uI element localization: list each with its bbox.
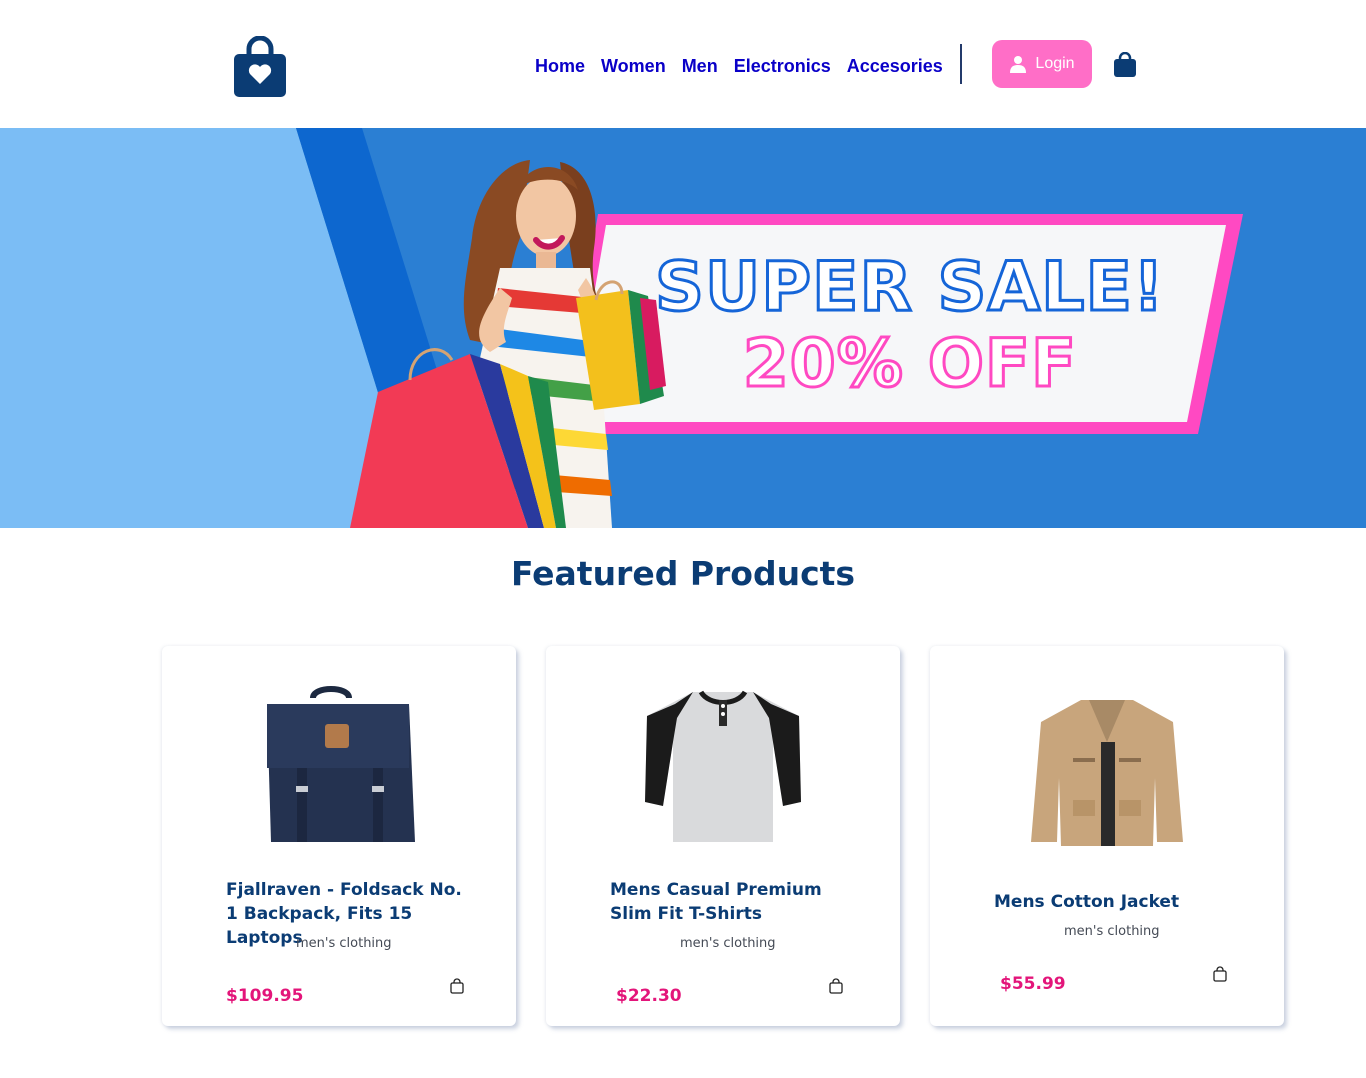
product-title[interactable]: Mens Casual Premium Slim Fit T-Shirts bbox=[610, 878, 860, 926]
hero-banner[interactable]: SUPER SALE! 20% OFF bbox=[0, 128, 1366, 528]
sale-headline: SUPER SALE! bbox=[654, 247, 1166, 329]
nav-accessories[interactable]: Accesories bbox=[847, 54, 943, 78]
product-image-backpack bbox=[267, 686, 415, 842]
sale-discount: 20% OFF bbox=[741, 324, 1078, 403]
product-image-jacket bbox=[1031, 700, 1183, 846]
product-category: men's clothing bbox=[1064, 924, 1160, 939]
product-price: $55.99 bbox=[1000, 974, 1066, 994]
product-card[interactable]: Mens Casual Premium Slim Fit T-Shirts me… bbox=[546, 646, 900, 1026]
user-icon bbox=[1010, 56, 1027, 73]
product-card[interactable]: Fjallraven - Foldsack No. 1 Backpack, Fi… bbox=[162, 646, 516, 1026]
product-price: $109.95 bbox=[226, 986, 304, 1006]
nav-home[interactable]: Home bbox=[535, 54, 585, 78]
site-header: Home Women Men Electronics Accesories Lo… bbox=[0, 0, 1366, 128]
add-to-cart-icon[interactable] bbox=[828, 978, 844, 994]
nav-men[interactable]: Men bbox=[682, 54, 718, 78]
product-price: $22.30 bbox=[616, 986, 682, 1006]
product-card[interactable]: Mens Cotton Jacket men's clothing $55.99 bbox=[930, 646, 1284, 1026]
nav-women[interactable]: Women bbox=[601, 54, 666, 78]
nav-electronics[interactable]: Electronics bbox=[734, 54, 831, 78]
featured-products-heading: Featured Products bbox=[510, 554, 856, 593]
shopping-bag-heart-icon[interactable] bbox=[232, 36, 288, 98]
login-button[interactable]: Login bbox=[992, 40, 1092, 88]
shopping-bag-icon[interactable] bbox=[1113, 52, 1137, 78]
nav-divider bbox=[960, 44, 962, 84]
product-image-t-shirt bbox=[645, 690, 801, 842]
login-label: Login bbox=[1035, 55, 1075, 72]
product-title[interactable]: Mens Cotton Jacket bbox=[994, 890, 1244, 914]
add-to-cart-icon[interactable] bbox=[449, 978, 465, 994]
main-nav: Home Women Men Electronics Accesories bbox=[535, 54, 959, 78]
add-to-cart-icon[interactable] bbox=[1212, 966, 1228, 982]
